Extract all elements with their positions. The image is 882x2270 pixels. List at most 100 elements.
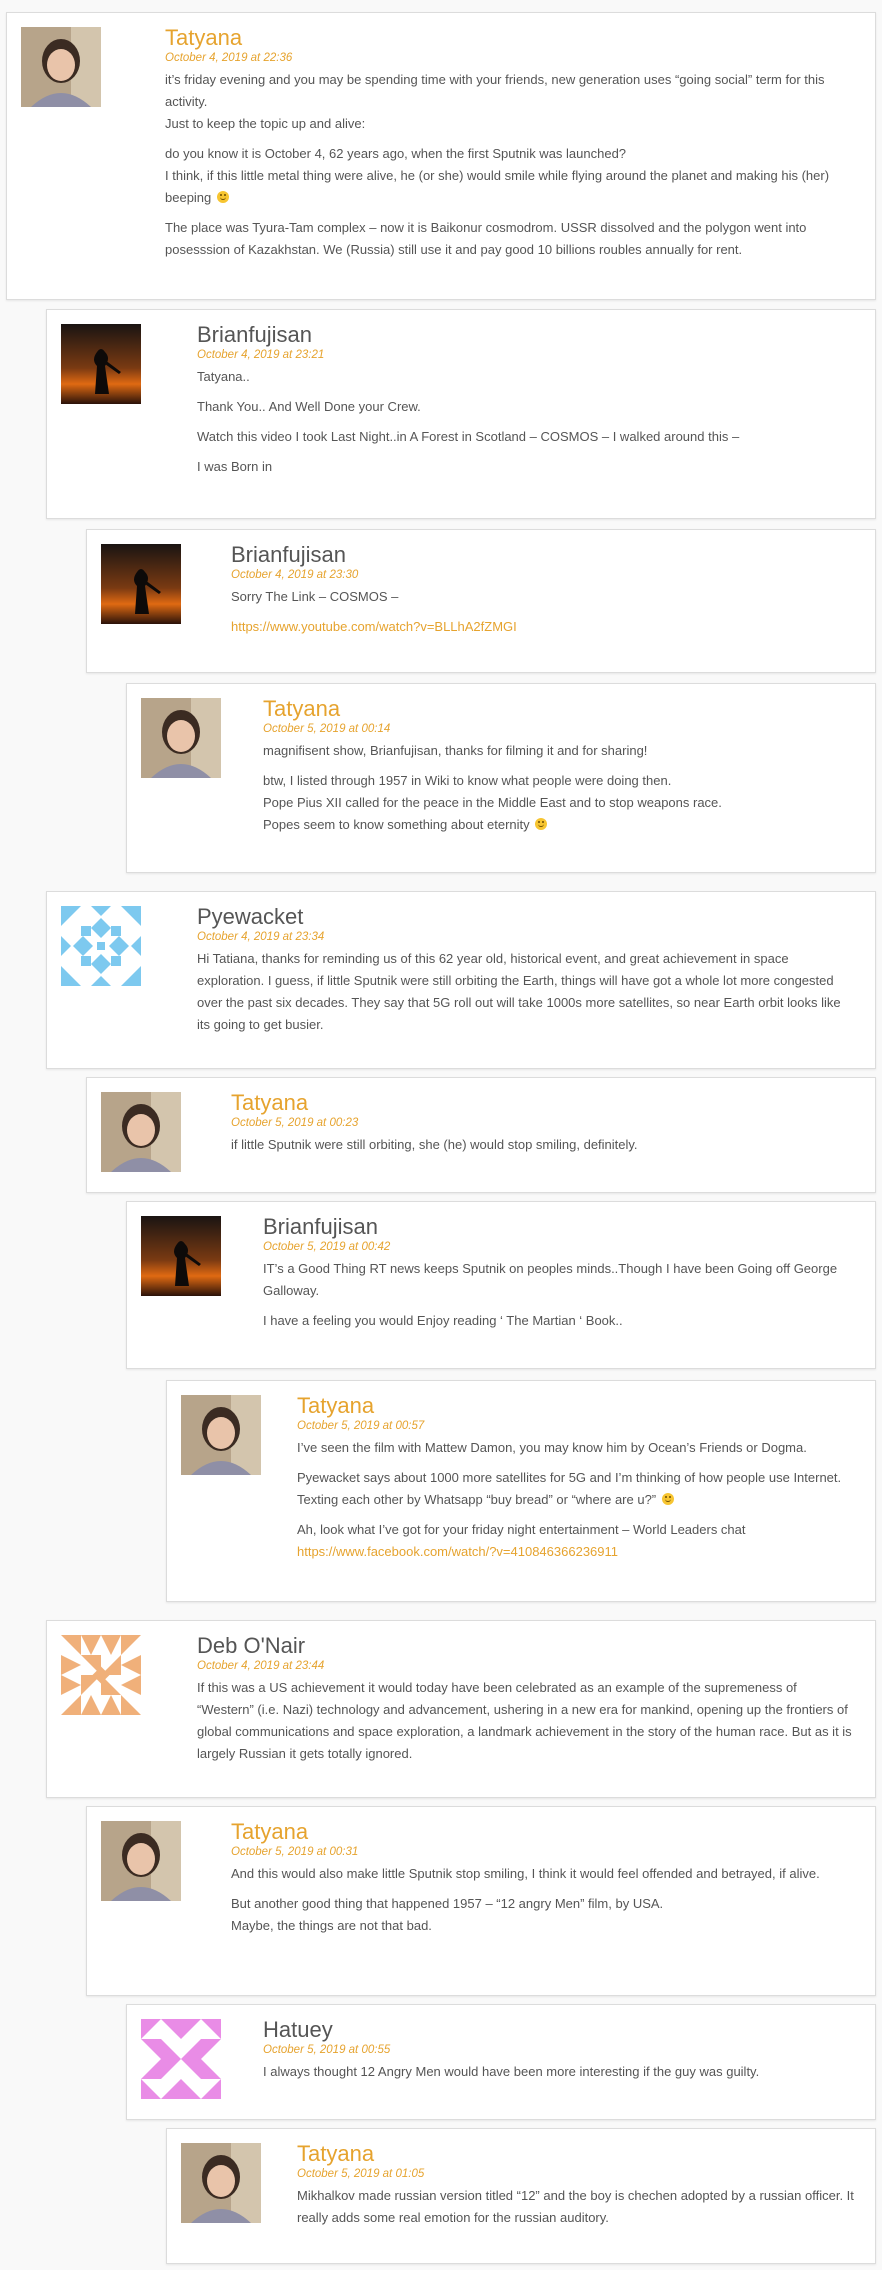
user-photo-icon [101,1821,181,1901]
comment-author[interactable]: Hatuey [263,2017,855,2043]
comment-paragraph: magnifisent show, Brianfujisan, thanks f… [263,743,648,758]
avatar[interactable] [141,698,221,778]
silhouette-photo-icon [141,1216,221,1296]
comment-date[interactable]: October 5, 2019 at 00:57 [297,1419,855,1433]
comment-paragraph: If this was a US achievement it would to… [197,1680,852,1761]
comment-body: Hatuey October 5, 2019 at 00:55 I always… [263,2017,855,2091]
comment: Tatyana October 4, 2019 at 22:36 it’s fr… [6,12,876,300]
comment-author[interactable]: Pyewacket [197,904,855,930]
avatar[interactable] [101,1092,181,1172]
comment: Brianfujisan October 4, 2019 at 23:21 Ta… [46,309,876,519]
comment-paragraph: do you know it is October 4, 62 years ag… [165,146,830,205]
comment-author[interactable]: Tatyana [231,1819,855,1845]
comment: Brianfujisan October 4, 2019 at 23:30 So… [86,529,876,673]
comment-date[interactable]: October 4, 2019 at 22:36 [165,51,855,65]
comment-paragraph: it’s friday evening and you may be spend… [165,72,825,131]
avatar[interactable] [141,2019,221,2099]
comment-paragraph: The place was Tyura-Tam complex – now it… [165,220,807,257]
comment-paragraph: Hi Tatiana, thanks for reminding us of t… [197,951,841,1032]
comment-date[interactable]: October 5, 2019 at 00:31 [231,1845,855,1859]
comment: Tatyana October 5, 2019 at 00:14 magnifi… [126,683,876,873]
avatar[interactable] [61,324,141,404]
comment-author[interactable]: Deb O'Nair [197,1633,855,1659]
comment-body: Brianfujisan October 5, 2019 at 00:42 IT… [263,1214,855,1340]
comment-body: Tatyana October 5, 2019 at 00:14 magnifi… [263,696,855,844]
comment: Tatyana October 5, 2019 at 01:05 Mikhalk… [166,2128,876,2264]
comment: Pyewacket October 4, 2019 at 23:34 Hi Ta… [46,891,876,1069]
comment-date[interactable]: October 5, 2019 at 01:05 [297,2167,855,2181]
comment-text: I’ve seen the film with Mattew Damon, yo… [297,1437,855,1563]
avatar[interactable] [61,906,141,986]
comment-text: Mikhalkov made russian version titled “1… [297,2185,855,2229]
comment-text: magnifisent show, Brianfujisan, thanks f… [263,740,855,836]
comment-author[interactable]: Tatyana [263,696,855,722]
comment: Tatyana October 5, 2019 at 00:23 if litt… [86,1077,876,1193]
comment-paragraph: Ah, look what I’ve got for your friday n… [297,1522,746,1559]
comment-date[interactable]: October 4, 2019 at 23:30 [231,568,855,582]
comment-author[interactable]: Tatyana [297,1393,855,1419]
user-photo-icon [21,27,101,107]
smiley-icon [535,818,548,830]
comment-date[interactable]: October 4, 2019 at 23:44 [197,1659,855,1673]
comment-body: Tatyana October 4, 2019 at 22:36 it’s fr… [165,25,855,269]
comment-body: Pyewacket October 4, 2019 at 23:34 Hi Ta… [197,904,855,1044]
user-photo-icon [181,1395,261,1475]
comment-author[interactable]: Brianfujisan [231,542,855,568]
comment: Brianfujisan October 5, 2019 at 00:42 IT… [126,1201,876,1369]
comment: Deb O'Nair October 4, 2019 at 23:44 If t… [46,1620,876,1798]
comment-author[interactable]: Tatyana [165,25,855,51]
avatar[interactable] [21,27,101,107]
comment-text: And this would also make little Sputnik … [231,1863,855,1937]
comment-text: IT’s a Good Thing RT news keeps Sputnik … [263,1258,855,1332]
comment-date[interactable]: October 5, 2019 at 00:42 [263,1240,855,1254]
comment-paragraph: Pyewacket says about 1000 more satellite… [297,1470,842,1507]
comment-date[interactable]: October 5, 2019 at 00:14 [263,722,855,736]
comment-date[interactable]: October 5, 2019 at 00:23 [231,1116,855,1130]
comment-paragraph: And this would also make little Sputnik … [231,1866,820,1881]
comment-link[interactable]: https://www.facebook.com/watch/?v=410846… [297,1544,618,1559]
comment-date[interactable]: October 5, 2019 at 00:55 [263,2043,855,2057]
comment-date[interactable]: October 4, 2019 at 23:34 [197,930,855,944]
comment-paragraph: https://www.youtube.com/watch?v=BLLhA2fZ… [231,616,855,638]
comment-text: If this was a US achievement it would to… [197,1677,855,1765]
comment-text: it’s friday evening and you may be spend… [165,69,855,261]
comment-body: Tatyana October 5, 2019 at 01:05 Mikhalk… [297,2141,855,2237]
comment-body: Tatyana October 5, 2019 at 00:23 if litt… [231,1090,855,1164]
comment-body: Brianfujisan October 4, 2019 at 23:21 Ta… [197,322,855,486]
comment-body: Deb O'Nair October 4, 2019 at 23:44 If t… [197,1633,855,1773]
comment-paragraph: I always thought 12 Angry Men would have… [263,2064,760,2079]
avatar[interactable] [181,2143,261,2223]
user-photo-icon [141,698,221,778]
comment-body: Tatyana October 5, 2019 at 00:31 And thi… [231,1819,855,1945]
comment-body: Brianfujisan October 4, 2019 at 23:30 So… [231,542,855,646]
user-photo-icon [101,1092,181,1172]
comment-text: if little Sputnik were still orbiting, s… [231,1134,855,1156]
comment-link[interactable]: https://www.youtube.com/watch?v=BLLhA2fZ… [231,619,517,634]
smiley-icon [216,191,229,203]
avatar[interactable] [101,1821,181,1901]
comment-paragraph: Thank You.. And Well Done your Crew. [197,399,421,414]
avatar[interactable] [181,1395,261,1475]
comment-author[interactable]: Tatyana [231,1090,855,1116]
comment-text: Sorry The Link – COSMOS – https://www.you… [231,586,855,638]
comment-author[interactable]: Tatyana [297,2141,855,2167]
comment-date[interactable]: October 4, 2019 at 23:21 [197,348,855,362]
smiley-icon [661,1493,674,1505]
comment-paragraph: Watch this video I took Last Night..in A… [197,429,740,444]
comment-paragraph: IT’s a Good Thing RT news keeps Sputnik … [263,1261,838,1298]
comment-paragraph: if little Sputnik were still orbiting, s… [231,1137,638,1152]
comment-paragraph: I have a feeling you would Enjoy reading… [263,1313,623,1328]
comment-paragraph: Tatyana.. [197,369,250,384]
identicon-icon [61,1635,141,1715]
avatar[interactable] [101,544,181,624]
comment-paragraph: I was Born in [197,459,273,474]
comment-thread: Tatyana October 4, 2019 at 22:36 it’s fr… [0,0,882,2270]
comment-body: Tatyana October 5, 2019 at 00:57 I’ve se… [297,1393,855,1571]
avatar[interactable] [61,1635,141,1715]
avatar[interactable] [141,1216,221,1296]
comment-text: Hi Tatiana, thanks for reminding us of t… [197,948,855,1036]
comment-author[interactable]: Brianfujisan [197,322,855,348]
comment-paragraph: Mikhalkov made russian version titled “1… [297,2188,854,2225]
comment-author[interactable]: Brianfujisan [263,1214,855,1240]
silhouette-photo-icon [61,324,141,404]
